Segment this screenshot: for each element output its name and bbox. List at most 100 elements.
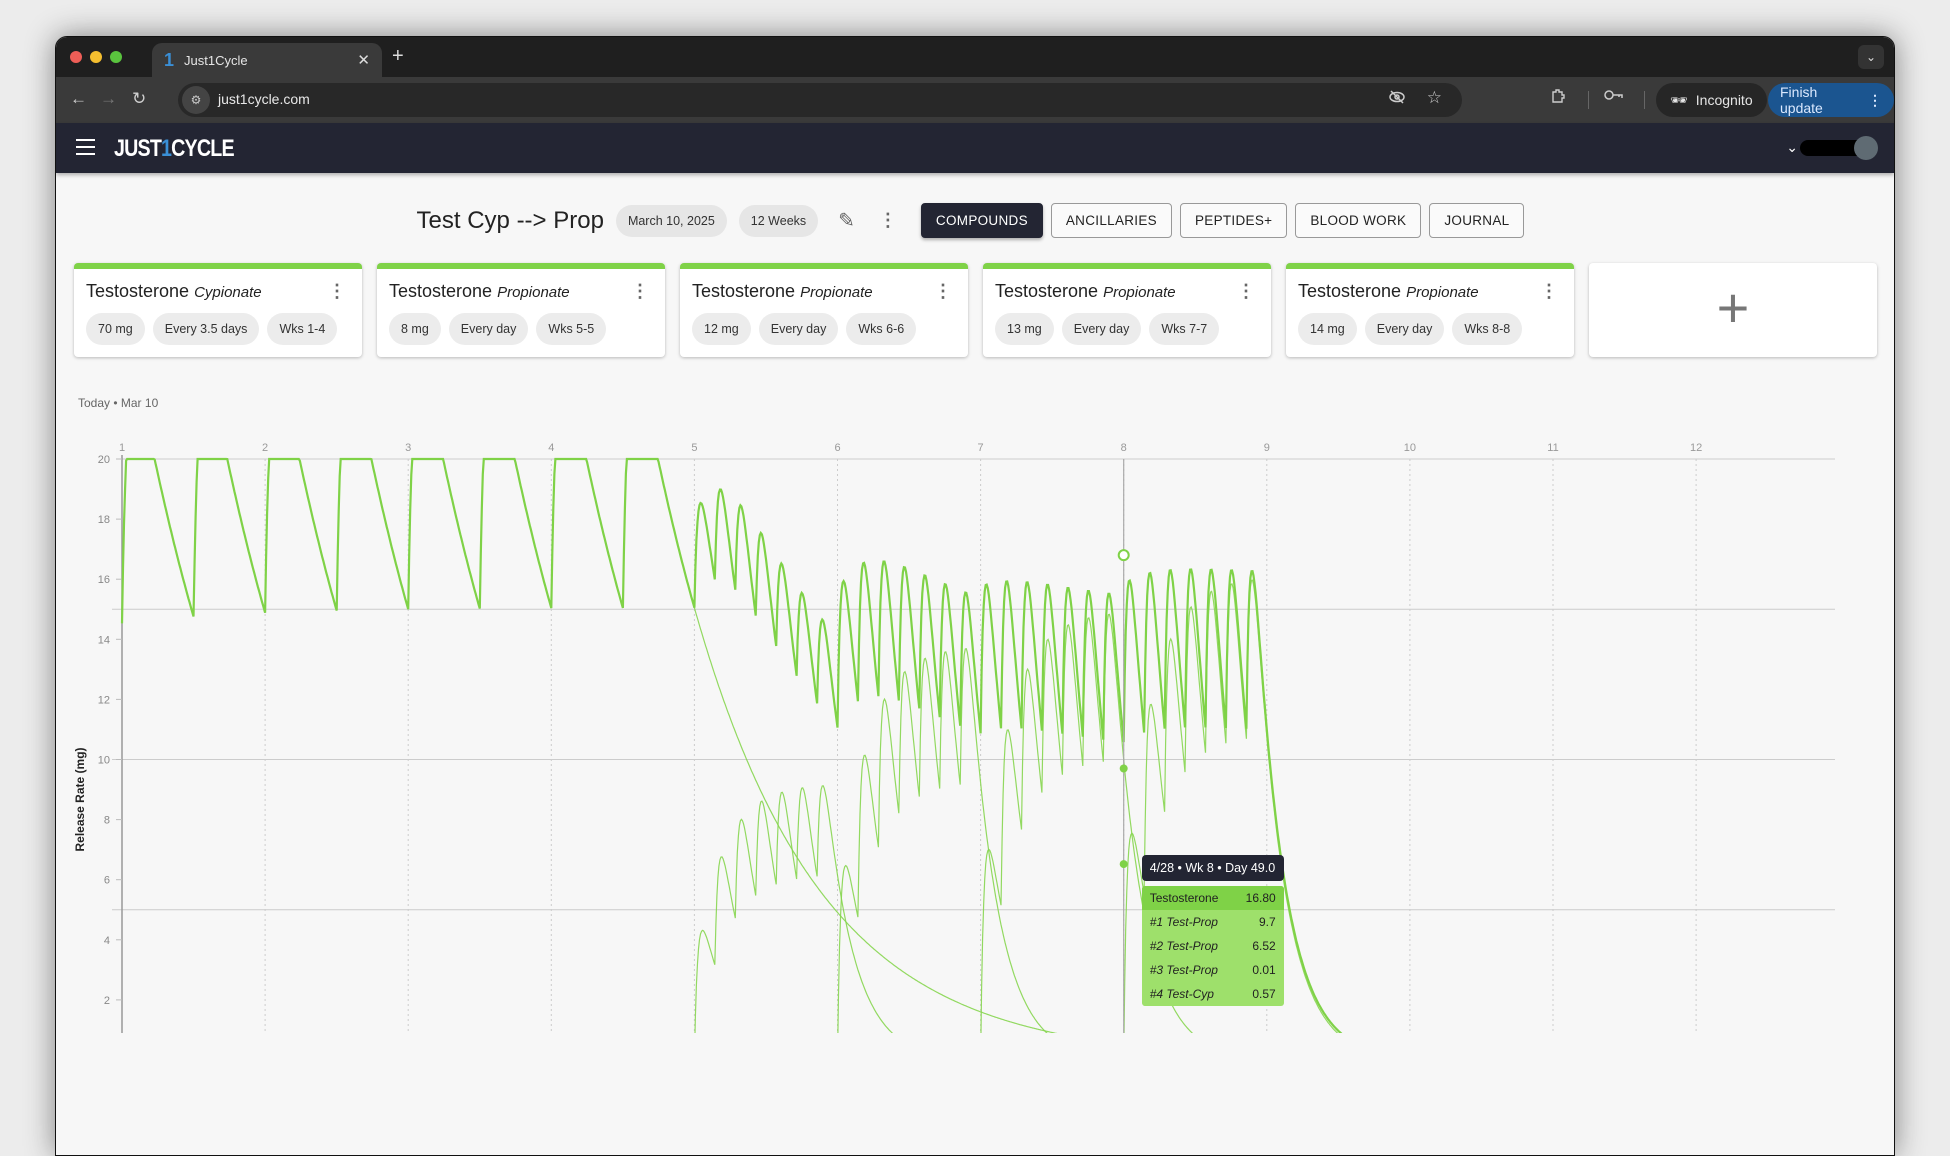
y-tick-label: 6 (104, 875, 110, 887)
tab-journal[interactable]: JOURNAL (1429, 203, 1525, 238)
page-title: Test Cyp --> Prop (416, 206, 604, 234)
app-logo[interactable]: JUST1CYCLE (114, 135, 235, 163)
more-vert-icon[interactable]: ⋮ (934, 281, 952, 302)
incognito-label: Incognito (1695, 92, 1753, 108)
reload-icon[interactable]: ↻ (132, 89, 146, 109)
start-date-badge: March 10, 2025 (615, 204, 727, 237)
compound-name: Testosterone Propionate (692, 281, 873, 301)
chevron-down-icon[interactable]: ⌄ (1786, 139, 1798, 156)
plan-header: Test Cyp --> Prop March 10, 2025 12 Week… (56, 203, 1894, 238)
y-axis-title: Release Rate (mg) (73, 747, 87, 851)
chart-svg[interactable]: Today • Mar 1002468101214161820123456789… (56, 383, 1895, 1107)
close-tab-icon[interactable]: ✕ (357, 51, 370, 69)
y-tick-label: 14 (98, 634, 110, 646)
y-tick-label: 16 (98, 574, 110, 586)
week-tick-label: 9 (1264, 442, 1270, 454)
app-header: JUST1CYCLE ⌄ (56, 123, 1894, 173)
url-field[interactable]: ⚙ just1cycle.com ☆ (178, 83, 1462, 117)
y-tick-label: 4 (104, 935, 110, 947)
dose-chip: 12 mg (692, 313, 751, 345)
more-vert-icon[interactable]: ⋮ (879, 210, 897, 231)
tab-ancillaries[interactable]: ANCILLARIES (1050, 203, 1172, 238)
more-vert-icon: ⋮ (1868, 91, 1882, 108)
section-tabs: COMPOUNDS ANCILLARIES PEPTIDES+ BLOOD WO… (920, 203, 1525, 238)
tooltip-row-label: #1 Test-Prop (1149, 914, 1218, 929)
weeks-chip: Wks 7-7 (1149, 313, 1220, 345)
dose-chip: 13 mg (995, 313, 1054, 345)
compound-name: Testosterone Propionate (389, 281, 570, 301)
more-vert-icon[interactable]: ⋮ (1237, 281, 1255, 302)
today-label: Today • Mar 10 (78, 396, 159, 410)
password-key-icon[interactable] (1604, 88, 1624, 106)
maximize-window-button[interactable] (110, 51, 122, 63)
address-bar: ← → ↻ ⚙ just1cycle.com ☆ 🕶 Incognito Fin… (56, 77, 1894, 123)
dose-chip: 14 mg (1298, 313, 1357, 345)
minimize-window-button[interactable] (90, 51, 102, 63)
week-tick-label: 11 (1547, 442, 1558, 454)
edit-pencil-icon[interactable]: ✎ (838, 208, 855, 233)
site-settings-icon[interactable]: ⚙ (182, 86, 210, 114)
series-line-test-prop-3 (980, 613, 1829, 1061)
eye-off-icon[interactable] (1388, 89, 1406, 110)
main-content: Test Cyp --> Prop March 10, 2025 12 Week… (56, 173, 1894, 1153)
close-window-button[interactable] (70, 51, 82, 63)
avatar[interactable] (1854, 136, 1878, 160)
tooltip-row-label: #4 Test-Cyp (1149, 986, 1214, 1001)
weeks-chip: Wks 5-5 (536, 313, 607, 345)
more-vert-icon[interactable]: ⋮ (328, 281, 346, 302)
week-tick-label: 5 (691, 442, 697, 454)
y-tick-label: 20 (98, 454, 110, 466)
toolbar-divider (1644, 91, 1645, 109)
tab-blood-work[interactable]: BLOOD WORK (1295, 203, 1422, 238)
dose-chip: 8 mg (389, 313, 441, 345)
tab-title: Just1Cycle (184, 52, 248, 68)
back-icon[interactable]: ← (70, 89, 87, 109)
week-tick-label: 1 (119, 442, 125, 454)
compound-card[interactable]: Testosterone Propionate ⋮ 8 mg Every day W… (377, 263, 665, 357)
week-tick-label: 6 (834, 442, 840, 454)
bookmark-star-icon[interactable]: ☆ (1427, 88, 1442, 108)
more-vert-icon[interactable]: ⋮ (631, 281, 649, 302)
incognito-icon: 🕶 (1670, 91, 1688, 108)
forward-icon[interactable]: → (100, 89, 117, 109)
compound-card[interactable]: Testosterone Propionate ⋮ 12 mg Every day… (680, 263, 968, 357)
extensions-icon[interactable] (1550, 88, 1566, 109)
week-tick-label: 12 (1690, 442, 1702, 454)
hamburger-menu-icon[interactable] (76, 139, 95, 160)
tooltip-row-value: 16.80 (1245, 890, 1276, 905)
compound-card[interactable]: Testosterone Cypionate ⋮ 70 mg Every 3.5 … (74, 263, 362, 357)
compound-name: Testosterone Propionate (995, 281, 1176, 301)
weeks-chip: Wks 8-8 (1452, 313, 1523, 345)
compound-name: Testosterone Cypionate (86, 281, 262, 301)
new-tab-button[interactable]: + (392, 45, 404, 68)
compound-card[interactable]: Testosterone Propionate ⋮ 14 mg Every day… (1286, 263, 1574, 357)
week-tick-label: 2 (262, 442, 268, 454)
more-vert-icon[interactable]: ⋮ (1540, 281, 1558, 302)
tab-peptides[interactable]: PEPTIDES+ (1179, 203, 1288, 238)
compound-card[interactable]: Testosterone Propionate ⋮ 13 mg Every day… (983, 263, 1271, 357)
frequency-chip: Every day (758, 313, 839, 345)
week-tick-label: 10 (1404, 442, 1416, 454)
hover-point (1119, 764, 1128, 773)
week-tick-label: 4 (548, 442, 554, 454)
url-text: just1cycle.com (218, 91, 310, 107)
y-tick-label: 2 (104, 995, 110, 1007)
finish-update-button[interactable]: Finish update ⋮ (1768, 83, 1894, 117)
week-tick-label: 3 (405, 442, 411, 454)
series-line-test-cyp (121, 458, 1829, 1061)
browser-tab[interactable]: 1 Just1Cycle ✕ (152, 43, 382, 77)
browser-window: 1 Just1Cycle ✕ + ⌄ ← → ↻ ⚙ just1cycle.co… (55, 36, 1895, 1156)
tooltip-row: #2 Test-Prop 6.52 (1142, 934, 1284, 958)
series-line-test-prop-2 (836, 647, 1829, 1061)
incognito-badge[interactable]: 🕶 Incognito (1656, 83, 1767, 117)
tooltip-body: Testosterone 16.80 #1 Test-Prop 9.7 #2 Test-… (1141, 885, 1284, 1006)
weeks-chip: Wks 6-6 (846, 313, 917, 345)
compound-name: Testosterone Propionate (1298, 281, 1479, 301)
tab-search-button[interactable]: ⌄ (1858, 45, 1884, 69)
y-tick-label: 18 (98, 514, 110, 526)
tooltip-row-value: 9.7 (1259, 914, 1276, 929)
add-compound-button[interactable]: + (1589, 263, 1877, 357)
release-rate-chart[interactable]: Today • Mar 1002468101214161820123456789… (56, 383, 1895, 1107)
tab-compounds[interactable]: COMPOUNDS (920, 203, 1043, 238)
hover-point-total (1117, 549, 1130, 562)
